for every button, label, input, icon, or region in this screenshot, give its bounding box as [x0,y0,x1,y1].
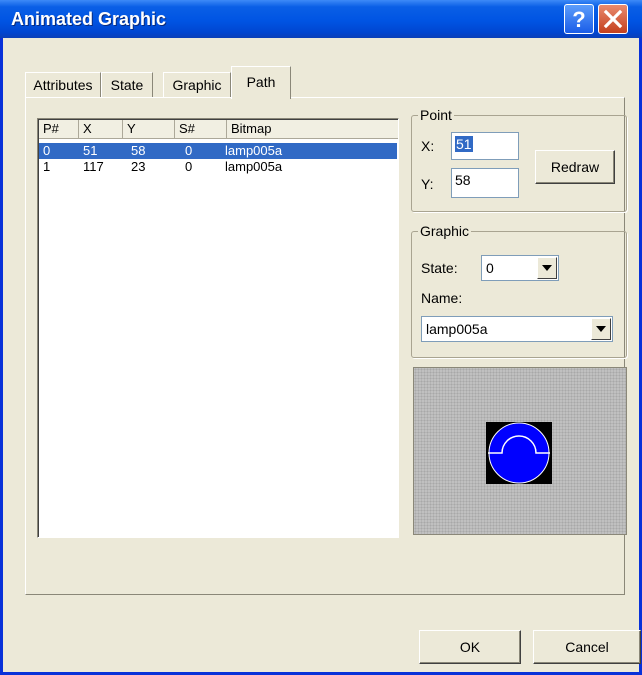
svg-text:?: ? [572,7,585,31]
cell-p: 0 [43,143,51,158]
question-mark-icon: ? [572,7,585,31]
tab-graphic-label: Graphic [172,77,222,93]
name-select[interactable]: lamp005a [421,316,613,342]
column-header-x[interactable]: X [79,120,123,138]
y-label: Y: [421,176,434,192]
cell-x: 51 [83,143,98,158]
column-header-p[interactable]: P# [39,120,79,138]
x-label: X: [421,138,435,154]
cell-s: 0 [185,143,193,158]
x-field-value: 51 [455,136,473,152]
column-header-s[interactable]: S# [175,120,227,138]
chevron-down-icon[interactable] [537,257,557,279]
cancel-button-label: Cancel [565,639,609,655]
tab-state-label: State [110,77,144,93]
graphic-group-legend: Graphic [420,223,470,239]
cell-bitmap: lamp005a [225,143,283,158]
cancel-button[interactable]: Cancel [533,630,641,664]
name-select-value: lamp005a [426,321,488,337]
title-bar[interactable]: Animated Graphic ? [0,0,642,38]
state-select-value: 0 [486,260,494,276]
cell-y: 58 [131,143,146,158]
x-field[interactable]: 51 [451,132,519,160]
animated-graphic-dialog: Animated Graphic ? Attributes State Grap… [0,0,642,675]
tab-graphic[interactable]: Graphic [163,72,231,98]
state-select[interactable]: 0 [481,255,559,281]
column-header-bitmap[interactable]: Bitmap [227,120,399,138]
cell-y: 23 [131,159,146,174]
name-label: Name: [421,290,463,306]
list-item[interactable]: 1 117 23 0 lamp005a [39,159,397,175]
close-icon [603,9,623,29]
tab-path[interactable]: Path [231,66,291,99]
tab-path-label: Path [246,74,276,90]
list-item[interactable]: 0 51 58 0 lamp005a [39,143,397,159]
graphic-preview [413,367,627,535]
column-header-y[interactable]: Y [123,120,175,138]
y-field[interactable]: 58 [451,168,519,198]
cell-p: 1 [43,159,51,174]
cell-x: 117 [83,159,104,174]
redraw-button-label: Redraw [550,159,600,175]
lamp-icon [486,422,552,484]
y-field-value: 58 [455,172,471,188]
ok-button[interactable]: OK [419,630,521,664]
tab-attributes[interactable]: Attributes [25,72,101,98]
chevron-down-icon[interactable] [591,318,611,340]
point-group-legend: Point [420,107,452,123]
help-button[interactable]: ? [564,4,594,34]
redraw-button[interactable]: Redraw [535,150,615,184]
state-label: State: [421,260,458,276]
tab-attributes-label: Attributes [33,77,93,93]
close-button[interactable] [598,4,628,34]
list-header: P# X Y S# Bitmap [39,120,398,139]
window-title: Animated Graphic [11,9,167,29]
ok-button-label: OK [459,639,481,655]
cell-s: 0 [185,159,193,174]
path-points-list[interactable]: P# X Y S# Bitmap 0 51 58 0 lamp005a 1 11… [37,118,399,538]
cell-bitmap: lamp005a [225,159,283,174]
tab-state[interactable]: State [101,72,153,98]
